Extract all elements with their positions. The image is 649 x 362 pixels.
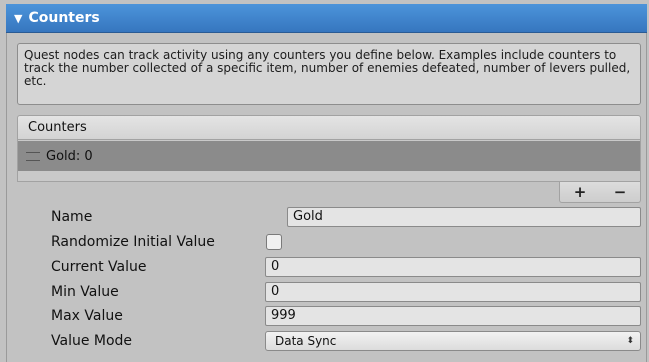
counters-list-title: Counters [28,120,87,135]
help-box: Quest nodes can track activity using any… [17,43,641,105]
drag-handle-icon[interactable] [26,151,40,161]
collapse-triangle-icon[interactable]: ▼ [14,12,22,25]
randomize-checkbox[interactable] [266,234,282,250]
current-value-label: Current Value [51,259,147,275]
counters-section-header[interactable]: ▼ Counters [6,4,647,33]
value-mode-select[interactable]: Data Sync ⬍ [265,331,641,351]
name-field[interactable]: Gold [287,207,641,227]
dropdown-caret-icon: ⬍ [626,336,634,346]
list-item-label: Gold: 0 [46,148,93,164]
randomize-label: Randomize Initial Value [51,234,215,250]
value-mode-selected: Data Sync [275,334,337,348]
inspector-frame: ▼ Counters Quest nodes can track activit… [0,0,649,362]
counters-list-header: Counters [17,115,641,140]
list-item[interactable]: Gold: 0 [18,141,640,171]
section-title: Counters [28,10,100,26]
max-value-field[interactable]: 999 [265,306,641,326]
remove-counter-button[interactable]: − [614,183,627,201]
add-counter-button[interactable]: + [574,183,587,201]
counters-list: Gold: 0 [17,140,641,182]
max-value-label: Max Value [51,308,123,324]
list-footer: + − [559,182,641,203]
min-value-field[interactable]: 0 [265,282,641,302]
value-mode-label: Value Mode [51,333,133,349]
current-value-field[interactable]: 0 [265,257,641,277]
min-value-label: Min Value [51,284,119,300]
name-label: Name [51,209,93,225]
